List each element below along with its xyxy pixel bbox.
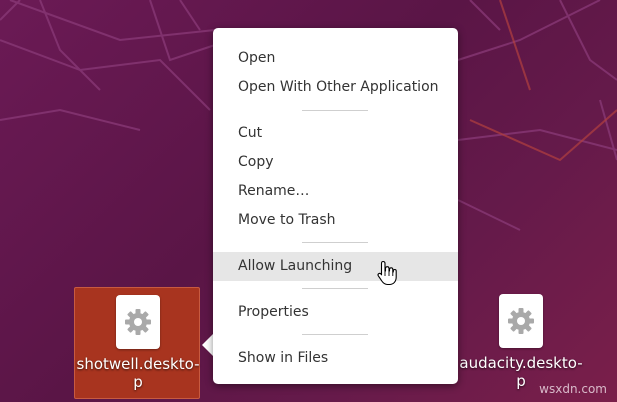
file-tile [116, 295, 160, 349]
desktop-icon-label-line1: audacity.deskto- [459, 354, 583, 372]
menu-item-open[interactable]: Open [213, 44, 458, 73]
watermark-text: wsxdn.com [539, 382, 607, 396]
menu-item-allow-launching[interactable]: Allow Launching [213, 252, 458, 281]
menu-item-properties[interactable]: Properties [213, 298, 458, 327]
context-menu: Open Open With Other Application Cut Cop… [213, 28, 458, 384]
menu-item-cut[interactable]: Cut [213, 119, 458, 148]
desktop-background[interactable]: shotwell.deskto- p audacity.deskto- p Op… [0, 0, 617, 402]
menu-separator [302, 242, 368, 243]
menu-item-open-with[interactable]: Open With Other Application [213, 73, 458, 102]
menu-item-rename[interactable]: Rename… [213, 177, 458, 206]
desktop-icon-shotwell[interactable]: shotwell.deskto- p [74, 287, 200, 399]
menu-separator [302, 334, 368, 335]
gear-icon [125, 309, 151, 335]
menu-item-copy[interactable]: Copy [213, 148, 458, 177]
hand-pointer-icon [377, 260, 397, 286]
desktop-icon-label-line2: p [133, 373, 143, 391]
menu-separator [302, 110, 368, 111]
menu-item-move-to-trash[interactable]: Move to Trash [213, 206, 458, 235]
file-tile [499, 294, 543, 348]
desktop-icon-label-line1: shotwell.deskto- [76, 355, 200, 373]
menu-separator [302, 288, 368, 289]
desktop-icon-label: shotwell.deskto- p [75, 355, 201, 391]
gear-icon [508, 308, 534, 334]
menu-item-show-in-files[interactable]: Show in Files [213, 344, 458, 373]
